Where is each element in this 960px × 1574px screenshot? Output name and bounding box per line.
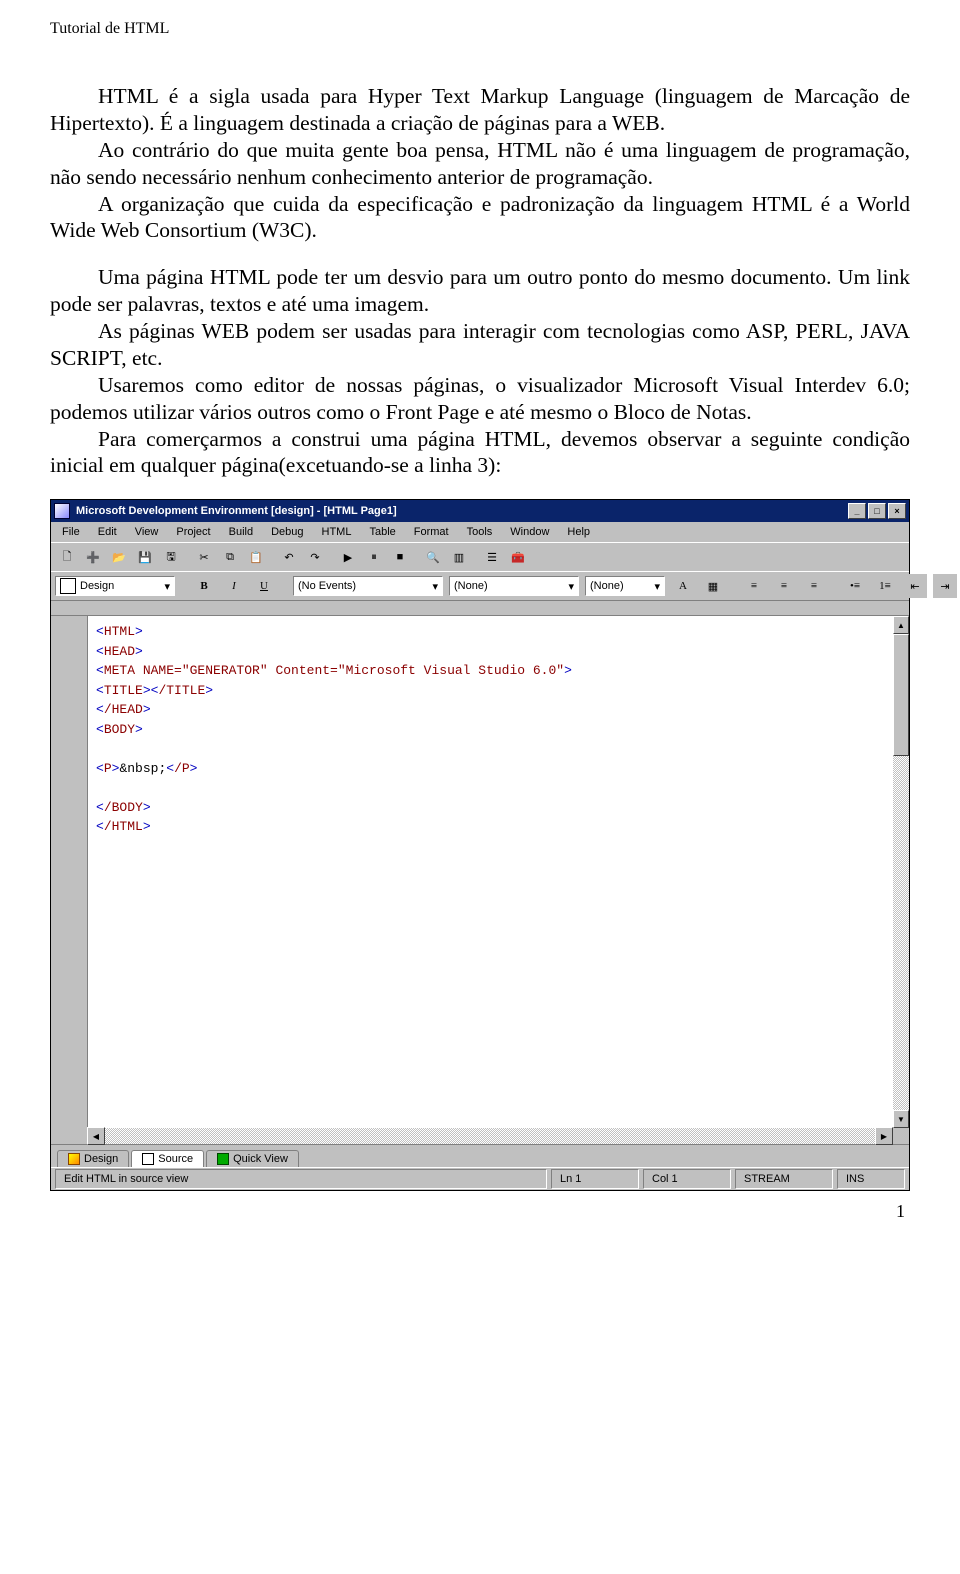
save-all-button[interactable]: 🖫 [159, 545, 183, 569]
code-line: </BODY> [96, 798, 885, 818]
code-line: <META NAME="GENERATOR" Content="Microsof… [96, 661, 885, 681]
maximize-button[interactable]: □ [868, 503, 886, 519]
tab-source[interactable]: Source [131, 1150, 204, 1167]
para-7: Para comerçarmos a construi uma página H… [50, 426, 910, 480]
menu-window[interactable]: Window [503, 524, 556, 540]
vertical-scrollbar[interactable]: ▲ ▼ [893, 616, 909, 1128]
underline-button[interactable]: U [252, 574, 276, 598]
code-line: <BODY> [96, 720, 885, 740]
scroll-down-icon[interactable]: ▼ [893, 1110, 909, 1128]
stop-button[interactable]: ■ [388, 545, 412, 569]
tab-design[interactable]: Design [57, 1150, 129, 1167]
menu-file[interactable]: File [55, 524, 87, 540]
code-line: <HTML> [96, 622, 885, 642]
design-icon [60, 578, 76, 594]
status-line: Ln 1 [551, 1169, 639, 1189]
page-number: 1 [50, 1201, 910, 1222]
status-ins: INS [837, 1169, 905, 1189]
bullets-button[interactable]: •≡ [843, 574, 867, 598]
tab-quickview[interactable]: Quick View [206, 1150, 299, 1167]
toolbar-main: 🗋➕📂💾🖫 ✂⧉📋 ↶↷ ▶⏸■ 🔍▥ ☰🧰 [51, 542, 909, 571]
indent-button[interactable]: ⇥ [933, 574, 957, 598]
statusbar: Edit HTML in source view Ln 1 Col 1 STRE… [51, 1167, 909, 1190]
menubar: FileEditViewProject BuildDebug HTMLTable Fo… [51, 522, 909, 542]
window-title: Microsoft Development Environment [desig… [76, 505, 397, 517]
menu-project[interactable]: Project [169, 524, 217, 540]
align-right-button[interactable]: ≡ [802, 574, 826, 598]
menu-debug[interactable]: Debug [264, 524, 310, 540]
redo-button[interactable]: ↷ [303, 545, 327, 569]
code-line: <TITLE></TITLE> [96, 681, 885, 701]
break-button[interactable]: ⏸ [362, 545, 386, 569]
app-icon [54, 503, 70, 519]
bold-button[interactable]: B [192, 574, 216, 598]
italic-button[interactable]: I [222, 574, 246, 598]
toolbox-button[interactable]: 🧰 [506, 545, 530, 569]
para-6: Usaremos como editor de nossas páginas, … [50, 372, 910, 426]
horizontal-scrollbar[interactable]: ◀ ▶ [51, 1128, 909, 1144]
undo-button[interactable]: ↶ [277, 545, 301, 569]
view-tabs: Design Source Quick View [51, 1144, 909, 1167]
menu-table[interactable]: Table [362, 524, 402, 540]
scroll-left-icon[interactable]: ◀ [87, 1127, 105, 1145]
cut-button[interactable]: ✂ [192, 545, 216, 569]
menu-tools[interactable]: Tools [460, 524, 500, 540]
menu-format[interactable]: Format [407, 524, 456, 540]
start-button[interactable]: ▶ [336, 545, 360, 569]
code-editor[interactable]: <HTML><HEAD><META NAME="GENERATOR" Conte… [88, 616, 893, 1128]
outdent-button[interactable]: ⇤ [903, 574, 927, 598]
ide-window: Microsoft Development Environment [desig… [50, 499, 910, 1191]
source-tab-icon [142, 1153, 154, 1165]
para-2: Ao contrário do que muita gente boa pens… [50, 137, 910, 191]
open-button[interactable]: 📂 [107, 545, 131, 569]
code-line: </HEAD> [96, 700, 885, 720]
save-button[interactable]: 💾 [133, 545, 157, 569]
menu-view[interactable]: View [128, 524, 166, 540]
font-size-dropdown[interactable]: (None)▾ [585, 576, 665, 596]
align-left-button[interactable]: ≡ [742, 574, 766, 598]
backcolor-button[interactable]: ▦ [701, 574, 725, 598]
menu-html[interactable]: HTML [315, 524, 359, 540]
ruler [51, 600, 909, 616]
para-5: As páginas WEB podem ser usadas para int… [50, 318, 910, 372]
scroll-up-icon[interactable]: ▲ [893, 616, 909, 634]
paste-button[interactable]: 📋 [244, 545, 268, 569]
quickview-tab-icon [217, 1153, 229, 1165]
toolbar-design: Design ▾ B I U (No Events)▾ (None)▾ (Non… [51, 571, 909, 600]
copy-button[interactable]: ⧉ [218, 545, 242, 569]
element-dropdown[interactable]: (No Events)▾ [293, 576, 443, 596]
scroll-right-icon[interactable]: ▶ [875, 1127, 893, 1145]
code-line [96, 778, 885, 798]
code-line: <HEAD> [96, 642, 885, 662]
menu-edit[interactable]: Edit [91, 524, 124, 540]
para-3: A organização que cuida da especificação… [50, 191, 910, 245]
debug-windows-button[interactable]: ▥ [447, 545, 471, 569]
find-button[interactable]: 🔍 [421, 545, 445, 569]
status-hint: Edit HTML in source view [55, 1169, 547, 1189]
code-line [96, 739, 885, 759]
add-item-button[interactable]: ➕ [81, 545, 105, 569]
code-line: </HTML> [96, 817, 885, 837]
gutter [51, 616, 88, 1128]
close-button[interactable]: × [888, 503, 906, 519]
new-project-button[interactable]: 🗋 [55, 545, 79, 569]
menu-help[interactable]: Help [560, 524, 597, 540]
code-line: <P>&nbsp;</P> [96, 759, 885, 779]
align-center-button[interactable]: ≡ [772, 574, 796, 598]
document-header: Tutorial de HTML [50, 20, 910, 38]
scroll-thumb[interactable] [893, 634, 909, 756]
status-stream: STREAM [735, 1169, 833, 1189]
para-1: HTML é a sigla usada para Hyper Text Mar… [50, 83, 910, 137]
forecolor-button[interactable]: A [671, 574, 695, 598]
view-dropdown[interactable]: Design ▾ [55, 576, 175, 596]
titlebar: Microsoft Development Environment [desig… [51, 500, 909, 522]
properties-button[interactable]: ☰ [480, 545, 504, 569]
menu-build[interactable]: Build [222, 524, 260, 540]
numbering-button[interactable]: 1≡ [873, 574, 897, 598]
minimize-button[interactable]: _ [848, 503, 866, 519]
font-name-dropdown[interactable]: (None)▾ [449, 576, 579, 596]
design-tab-icon [68, 1153, 80, 1165]
status-col: Col 1 [643, 1169, 731, 1189]
para-4: Uma página HTML pode ter um desvio para … [50, 264, 910, 318]
